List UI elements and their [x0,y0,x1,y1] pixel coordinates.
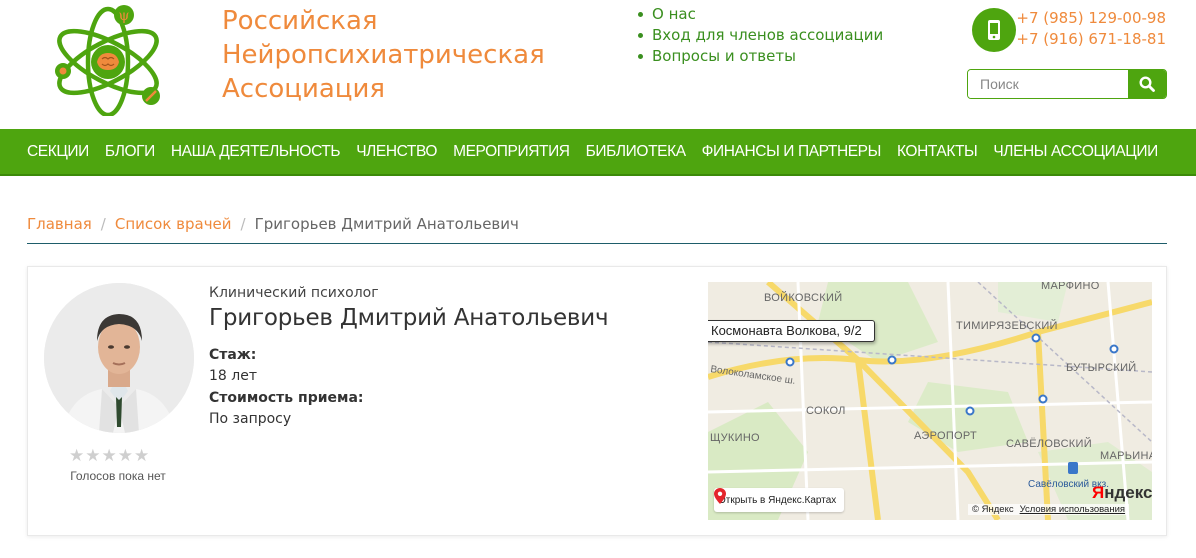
site-title-line-3: Ассоциация [222,74,386,104]
nav-item-sections[interactable]: СЕКЦИИ [27,143,89,161]
map-district-label: ЩУКИНО [710,432,760,444]
phone-number-2[interactable]: +7 (916) 671-18-81 [1016,29,1166,50]
star-icon[interactable]: ★ [85,447,100,464]
map-district-label: ТИМИРЯЗЕВСКИЙ [956,320,1058,332]
doctor-name: Григорьев Дмитрий Анатольевич [209,305,609,331]
member-login-link[interactable]: Вход для членов ассоциации [636,25,883,46]
votes-count: Голосов пока нет [70,469,166,483]
breadcrumb-separator: / [240,215,246,233]
open-in-yandex-maps-label: Открыть в Яндекс.Картах [718,494,837,506]
star-icon[interactable]: ★ [102,447,117,464]
nav-item-members[interactable]: ЧЛЕНЫ АССОЦИАЦИИ [993,143,1158,161]
nav-item-contacts[interactable]: КОНТАКТЫ [897,143,978,161]
location-map[interactable]: ВОЙКОВСКИЙ МАРФИНО ТИМИРЯЗЕВСКИЙ БУТЫРСК… [708,282,1152,520]
search-box [967,69,1167,99]
star-icon[interactable]: ★ [118,447,133,464]
experience-value: 18 лет [209,368,257,384]
nav-item-membership[interactable]: ЧЛЕНСТВО [356,143,437,161]
yandex-logo-rest: ндекс [1104,483,1152,502]
nav-item-finance-partners[interactable]: ФИНАНСЫ И ПАРТНЕРЫ [702,143,882,161]
nav-item-blogs[interactable]: БЛОГИ [105,143,155,161]
site-title[interactable]: Российская Нейропсихиатрическая Ассоциац… [222,4,545,106]
star-icon[interactable]: ★ [69,447,84,464]
phone-icon [972,8,1016,52]
nav-item-events[interactable]: МЕРОПРИЯТИЯ [453,143,570,161]
map-address-balloon[interactable]: Космонавта Волкова, 9/2 [708,320,875,342]
map-copyright-text: © Яндекс [972,504,1014,515]
svg-text:ψ: ψ [119,8,130,24]
doctor-photo [44,283,194,433]
map-terms-link[interactable]: Условия использования [1020,504,1125,515]
map-district-label: АЭРОПОРТ [914,430,978,442]
association-logo[interactable]: ψ [50,4,166,116]
rating-stars[interactable]: ★ ★ ★ ★ ★ [69,447,149,464]
map-district-label: БУТЫРСКИЙ [1066,362,1137,374]
top-links: О нас Вход для членов ассоциации Вопросы… [636,4,883,67]
faq-link[interactable]: Вопросы и ответы [636,46,883,67]
map-district-label: ВОЙКОВСКИЙ [764,292,843,304]
doctor-info: Клинический психолог Григорьев Дмитрий А… [209,285,689,427]
open-in-yandex-maps[interactable]: Открыть в Яндекс.Картах [714,488,845,512]
star-icon[interactable]: ★ [134,447,149,464]
map-district-label: МАРЬИНА [1100,450,1152,462]
price-label: Стоимость приема: [209,390,364,406]
price-value: По запросу [209,411,292,427]
doctor-card: ★ ★ ★ ★ ★ Голосов пока нет Клинический психо… [27,266,1167,536]
map-district-label: СОКОЛ [806,405,846,417]
search-button[interactable] [1128,70,1166,98]
map-district-label: САВЁЛОВСКИЙ [1006,438,1092,450]
breadcrumb-home[interactable]: Главная [27,215,92,233]
main-nav: СЕКЦИИ БЛОГИ НАША ДЕЯТЕЛЬНОСТЬ ЧЛЕНСТВО … [0,129,1196,176]
breadcrumb-divider [27,243,1167,244]
about-link[interactable]: О нас [636,4,883,25]
breadcrumb-current: Григорьев Дмитрий Анатольевич [254,215,519,233]
map-district-label: МАРФИНО [1041,282,1100,292]
breadcrumb-doctor-list[interactable]: Список врачей [115,215,232,233]
search-input[interactable] [968,70,1128,98]
site-title-line-2: Нейропсихиатрическая [222,40,545,70]
yandex-logo: Яндекс [1092,483,1152,503]
site-title-line-1: Российская [222,6,378,36]
phone-number-1[interactable]: +7 (985) 129-00-98 [1016,8,1166,29]
search-icon [1139,76,1155,92]
map-pin-icon [714,488,726,504]
experience-label: Стаж: [209,347,257,363]
phone-numbers: +7 (985) 129-00-98 +7 (916) 671-18-81 [1016,8,1166,50]
yandex-logo-first-letter: Я [1092,483,1105,502]
doctor-specialty: Клинический психолог [209,285,379,301]
breadcrumb: Главная / Список врачей / Григорьев Дмитрий … [27,215,519,233]
nav-item-library[interactable]: БИБЛИОТЕКА [586,143,686,161]
breadcrumb-separator: / [100,215,106,233]
map-copyright: © Яндекс Условия использования [968,504,1130,515]
nav-item-activity[interactable]: НАША ДЕЯТЕЛЬНОСТЬ [171,143,341,161]
